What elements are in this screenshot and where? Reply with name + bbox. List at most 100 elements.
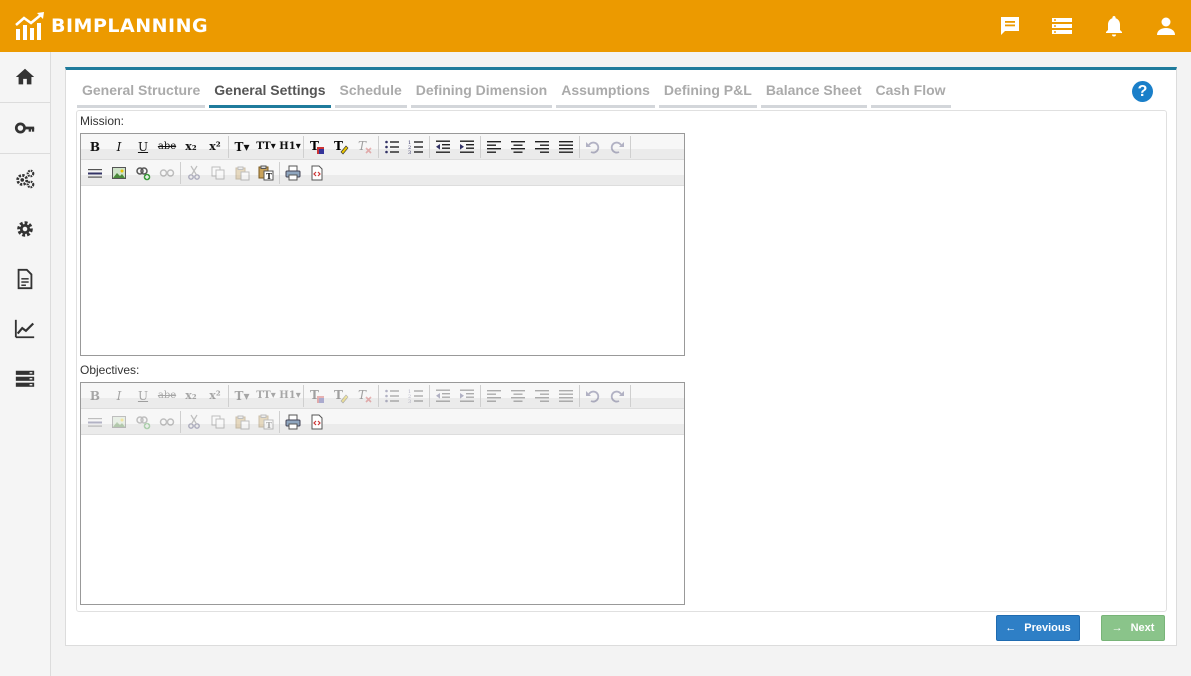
previous-button[interactable]: ← Previous: [996, 615, 1080, 641]
paste-text-button[interactable]: T: [254, 162, 278, 184]
toolbar-separator: [429, 384, 430, 407]
outdent-button[interactable]: [431, 385, 455, 407]
align-left-button[interactable]: [482, 385, 506, 407]
list-icon[interactable]: [1050, 14, 1074, 38]
notifications-icon[interactable]: [1102, 14, 1126, 38]
superscript-button[interactable]: x²: [203, 385, 227, 407]
italic-button[interactable]: I: [107, 136, 131, 158]
unlink-button[interactable]: [155, 411, 179, 433]
brand[interactable]: BIMPLANNING: [14, 11, 208, 41]
horizontal-rule-button[interactable]: [83, 411, 107, 433]
numbered-list-button[interactable]: 123: [404, 136, 428, 158]
svg-text:T: T: [266, 420, 272, 430]
subscript-button[interactable]: x₂: [179, 385, 203, 407]
unlink-button[interactable]: [155, 162, 179, 184]
objectives-editor: B I Uabe x₂ x² T▾ TT▾ H1▾ T T T 1 2 3 T: [80, 382, 685, 605]
tab-defining-pl[interactable]: Defining P&L: [658, 81, 757, 108]
paste-button[interactable]: [230, 162, 254, 184]
next-button[interactable]: → Next: [1101, 615, 1165, 641]
numbered-list-button[interactable]: 123: [404, 385, 428, 407]
tab-schedule[interactable]: Schedule: [334, 81, 407, 108]
font-family-button[interactable]: T▾: [230, 385, 254, 407]
tab-defining-dimension[interactable]: Defining Dimension: [410, 81, 553, 108]
superscript-button[interactable]: x²: [203, 136, 227, 158]
align-right-button[interactable]: [530, 136, 554, 158]
undo-button[interactable]: [581, 136, 605, 158]
redo-button[interactable]: [605, 385, 629, 407]
bold-button[interactable]: B: [83, 385, 107, 407]
sidebar-item-chart[interactable]: [0, 305, 50, 353]
horizontal-rule-button[interactable]: [83, 162, 107, 184]
messages-icon[interactable]: [998, 14, 1022, 38]
print-button[interactable]: [281, 411, 305, 433]
objectives-textarea[interactable]: [81, 435, 684, 604]
align-right-button[interactable]: [530, 385, 554, 407]
tab-assumptions[interactable]: Assumptions: [556, 81, 655, 108]
text-color-button[interactable]: T: [305, 136, 329, 158]
underline-button[interactable]: U: [131, 136, 155, 158]
font-size-button[interactable]: TT▾: [254, 136, 278, 158]
cut-button[interactable]: [182, 162, 206, 184]
toolbar-separator: [279, 161, 280, 184]
highlight-button[interactable]: T: [329, 385, 353, 407]
document-icon: [17, 268, 33, 290]
svg-text:3: 3: [408, 399, 411, 404]
mission-textarea[interactable]: [81, 186, 684, 355]
tab-general-settings[interactable]: General Settings: [209, 81, 331, 108]
tab-balance-sheet[interactable]: Balance Sheet: [760, 81, 867, 108]
sidebar-item-document[interactable]: [0, 255, 50, 303]
insert-image-button[interactable]: [107, 162, 131, 184]
indent-button[interactable]: [455, 385, 479, 407]
clear-format-button[interactable]: T: [353, 136, 377, 158]
strikethrough-button[interactable]: abe: [155, 136, 179, 158]
highlight-button[interactable]: T: [329, 136, 353, 158]
insert-link-button[interactable]: [131, 162, 155, 184]
copy-button[interactable]: [206, 162, 230, 184]
tab-general-structure[interactable]: General Structure: [77, 81, 206, 108]
toolbar-separator: [180, 410, 181, 433]
source-code-button[interactable]: [305, 411, 329, 433]
tab-cash-flow[interactable]: Cash Flow: [870, 81, 951, 108]
heading-button[interactable]: H1▾: [278, 136, 302, 158]
redo-button[interactable]: [605, 136, 629, 158]
insert-link-button[interactable]: [131, 411, 155, 433]
heading-button[interactable]: H1▾: [278, 385, 302, 407]
indent-button[interactable]: [455, 136, 479, 158]
font-family-button[interactable]: T▾: [230, 136, 254, 158]
align-center-button[interactable]: [506, 385, 530, 407]
source-code-button[interactable]: [305, 162, 329, 184]
user-icon[interactable]: [1154, 14, 1178, 38]
bullet-list-button[interactable]: [380, 136, 404, 158]
strikethrough-button[interactable]: abe: [155, 385, 179, 407]
undo-button[interactable]: [581, 385, 605, 407]
justify-button[interactable]: [554, 136, 578, 158]
outdent-icon: [436, 140, 450, 153]
toolbar-separator: [630, 384, 631, 407]
sidebar-item-database[interactable]: [0, 355, 50, 403]
sidebar-item-key[interactable]: [0, 104, 50, 152]
cut-button[interactable]: [182, 411, 206, 433]
text-color-button[interactable]: T: [305, 385, 329, 407]
outdent-button[interactable]: [431, 136, 455, 158]
paste-text-button[interactable]: T: [254, 411, 278, 433]
align-left-button[interactable]: [482, 136, 506, 158]
bullet-list-button[interactable]: [380, 385, 404, 407]
insert-image-button[interactable]: [107, 411, 131, 433]
bold-button[interactable]: B: [83, 136, 107, 158]
align-center-button[interactable]: [506, 136, 530, 158]
justify-button[interactable]: [554, 385, 578, 407]
sidebar-item-gears[interactable]: [0, 155, 50, 203]
font-size-button[interactable]: TT▾: [254, 385, 278, 407]
paste-button[interactable]: [230, 411, 254, 433]
print-button[interactable]: [281, 162, 305, 184]
italic-button[interactable]: I: [107, 385, 131, 407]
help-icon[interactable]: ?: [1132, 81, 1153, 102]
copy-button[interactable]: [206, 411, 230, 433]
subscript-button[interactable]: x₂: [179, 136, 203, 158]
previous-label: Previous: [1024, 622, 1071, 634]
sidebar-item-home[interactable]: [0, 53, 50, 101]
clear-format-button[interactable]: T: [353, 385, 377, 407]
underline-button[interactable]: U: [131, 385, 155, 407]
sidebar-item-settings[interactable]: [0, 205, 50, 253]
highlight-icon: T: [334, 388, 349, 403]
